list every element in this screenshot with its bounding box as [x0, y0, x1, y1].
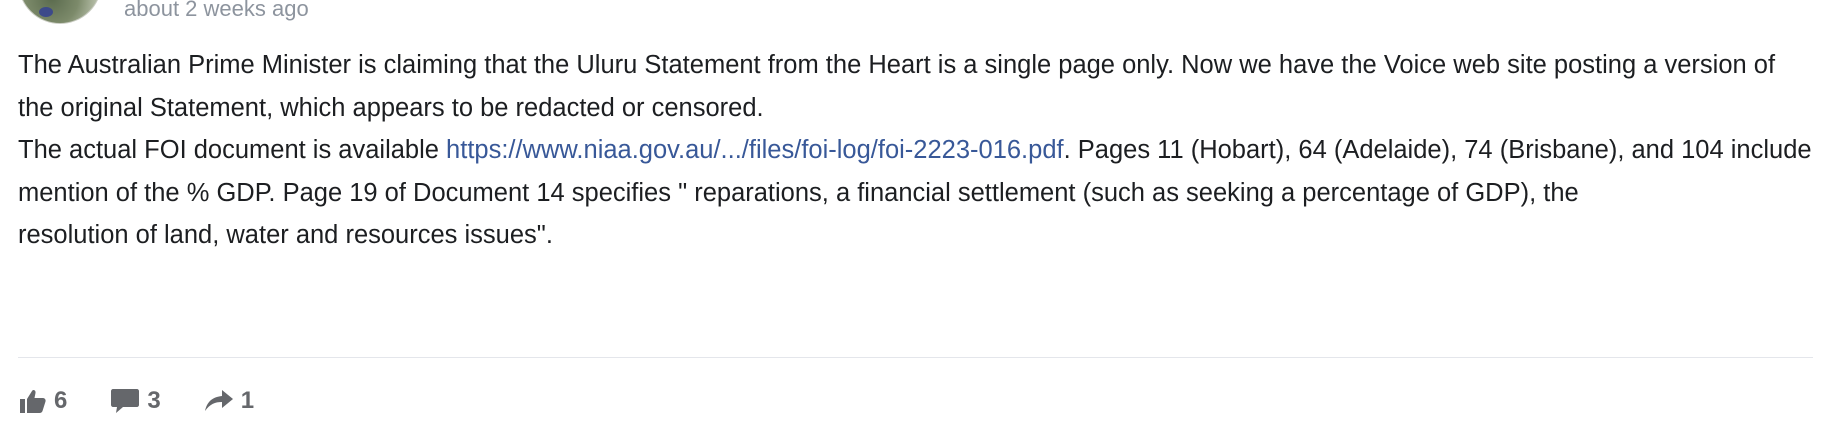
speech-bubble-icon	[111, 389, 140, 413]
like-button[interactable]: 6	[20, 387, 67, 415]
post-card: about 2 weeks ago The Australian Prime M…	[0, 0, 1822, 427]
action-bar: 6 3 1	[20, 383, 298, 419]
comment-button[interactable]: 3	[111, 387, 161, 415]
like-count: 6	[54, 387, 68, 414]
divider	[18, 357, 1813, 358]
post-paragraph-1: The Australian Prime Minister is claimin…	[18, 51, 1776, 122]
post-paragraph-3: resolution of land, water and resources …	[18, 221, 553, 249]
share-button[interactable]: 1	[204, 387, 255, 415]
comment-count: 3	[147, 387, 161, 414]
post-timestamp[interactable]: about 2 weeks ago	[124, 0, 309, 23]
avatar[interactable]	[18, 0, 102, 24]
post-paragraph-2: The actual FOI document is available htt…	[18, 129, 1813, 214]
thumbs-up-icon	[20, 389, 46, 413]
share-count: 1	[240, 387, 255, 414]
share-arrow-icon	[204, 390, 233, 411]
paragraph-2-prefix: The actual FOI document is available	[18, 136, 447, 164]
post-header: about 2 weeks ago	[18, 0, 309, 24]
post-body: The Australian Prime Minister is claimin…	[18, 44, 1813, 257]
foi-document-link[interactable]: https://www.niaa.gov.au/.../files/foi-lo…	[446, 136, 1064, 164]
